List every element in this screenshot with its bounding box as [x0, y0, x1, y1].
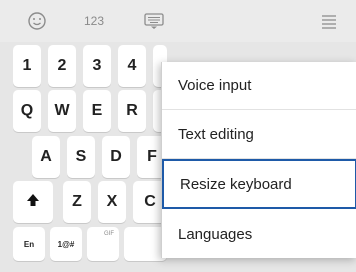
smiley-icon[interactable] — [22, 0, 52, 42]
keyboard-icon[interactable] — [140, 0, 168, 42]
key-w[interactable]: W — [48, 90, 76, 132]
key-s[interactable]: S — [67, 136, 95, 178]
key-z[interactable]: Z — [63, 181, 91, 223]
menu-item-resize-keyboard[interactable]: Resize keyboard — [162, 159, 356, 209]
key-label: En — [23, 239, 35, 249]
key-label: S — [75, 148, 87, 165]
key-q[interactable]: Q — [13, 90, 41, 132]
language-key[interactable]: En — [13, 227, 45, 261]
menu-lines-icon[interactable] — [315, 0, 343, 42]
key-label: F — [147, 148, 157, 165]
key-label: X — [106, 193, 118, 210]
menu-item-text-editing[interactable]: Text editing — [162, 111, 356, 159]
key-label: 1@# — [57, 239, 75, 249]
key-label: Q — [20, 102, 34, 119]
menu-item-voice-input[interactable]: Voice input — [162, 62, 356, 110]
keyboard-options-menu: Voice input Text editing Resize keyboard… — [161, 62, 356, 258]
keyboard-toolbar: 123 — [0, 0, 356, 42]
key-label: 3 — [92, 57, 102, 74]
key-label: 1 — [22, 57, 32, 74]
shift-key[interactable] — [13, 181, 53, 223]
key-e[interactable]: E — [83, 90, 111, 132]
key-label: R — [126, 102, 138, 119]
key-r[interactable]: R — [118, 90, 146, 132]
key-label: C — [144, 193, 156, 210]
key-2[interactable]: 2 — [48, 45, 76, 87]
key-label: A — [40, 148, 52, 165]
keyboard: 123 1 2 3 4 Q W E R A S D F Z X C En 1@#… — [0, 0, 356, 272]
key-label: W — [54, 102, 70, 119]
key-label: 4 — [127, 57, 137, 74]
numbers-toggle-button[interactable]: 123 — [76, 0, 112, 42]
key-4[interactable]: 4 — [118, 45, 146, 87]
key-label: 2 — [57, 57, 67, 74]
menu-item-languages[interactable]: Languages — [162, 210, 356, 258]
key-1[interactable]: 1 — [13, 45, 41, 87]
key-a[interactable]: A — [32, 136, 60, 178]
key-3[interactable]: 3 — [83, 45, 111, 87]
symbols-key[interactable]: 1@# — [50, 227, 82, 261]
key-label: D — [110, 148, 122, 165]
key-d[interactable]: D — [102, 136, 130, 178]
gif-key[interactable]: GIF — [87, 227, 119, 261]
key-x[interactable]: X — [98, 181, 126, 223]
key-label: Z — [72, 193, 82, 210]
key-sub-label: GIF — [104, 231, 114, 237]
key-label: E — [91, 102, 103, 119]
shift-arrow-icon — [25, 192, 41, 213]
